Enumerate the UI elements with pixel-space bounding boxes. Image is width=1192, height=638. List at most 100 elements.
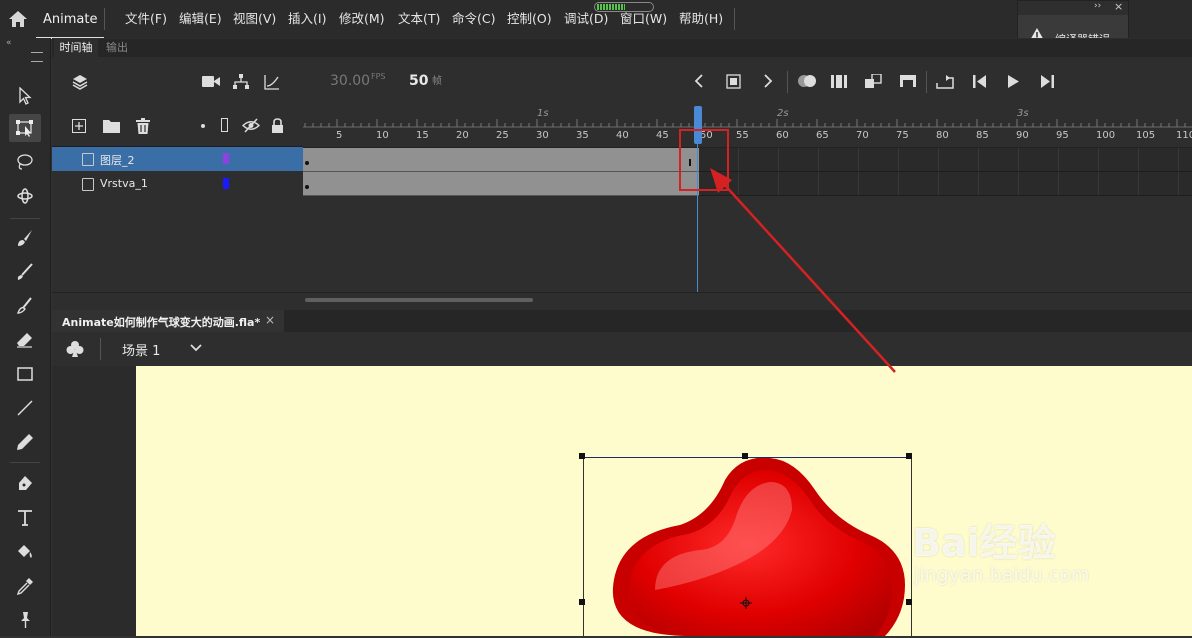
loop-icon[interactable] — [900, 75, 916, 88]
menu-divider — [104, 8, 105, 30]
chevron-left-icon[interactable] — [694, 74, 704, 88]
performance-meter — [594, 2, 654, 12]
outline-icon[interactable] — [221, 118, 228, 132]
frame-tick-label: 110 — [1176, 130, 1192, 141]
visibility-icon[interactable] — [242, 118, 260, 133]
expand-icon[interactable]: « — [6, 38, 12, 48]
keyframe-dot[interactable] — [305, 185, 309, 189]
paint-bucket-tool-icon[interactable] — [9, 538, 41, 566]
frame-span[interactable] — [303, 172, 699, 196]
frame-tick-label: 55 — [736, 130, 749, 141]
trash-icon[interactable] — [136, 118, 150, 134]
fps-value[interactable]: 30.00 — [330, 73, 370, 89]
menu-file[interactable]: 文件(F) — [125, 0, 167, 37]
selection-tool-icon[interactable] — [9, 82, 41, 110]
brush-tool-icon[interactable] — [9, 258, 41, 286]
panel-menu-icon[interactable] — [31, 52, 43, 62]
panel-tab-strip — [52, 39, 1192, 57]
menu-text[interactable]: 文本(T) — [398, 0, 440, 37]
timeline-scrollbar-track — [52, 292, 1192, 311]
current-frame-value[interactable]: 50 — [409, 73, 428, 89]
chevron-right-icon[interactable] — [763, 74, 773, 88]
eraser-tool-icon[interactable] — [9, 326, 41, 354]
lock-icon[interactable] — [271, 118, 284, 134]
sync-icon[interactable] — [936, 74, 954, 89]
layer-name[interactable]: Vrstva_1 — [100, 177, 148, 190]
pen-tool-icon[interactable] — [9, 470, 41, 498]
transform-handle[interactable] — [906, 599, 912, 605]
eyedropper-tool-icon[interactable] — [9, 572, 41, 600]
insert-keyframe-icon[interactable] — [726, 74, 742, 89]
menu-commands[interactable]: 命令(C) — [452, 0, 495, 37]
chevron-down-icon[interactable] — [190, 344, 202, 352]
frame-tick-label: 20 — [456, 130, 469, 141]
highlight-layers-icon[interactable] — [201, 124, 205, 128]
tools-panel: « — [0, 38, 51, 636]
menu-control[interactable]: 控制(O) — [507, 0, 552, 37]
second-marker: 2s — [777, 108, 789, 119]
text-tool-icon[interactable] — [9, 504, 41, 532]
layer-icon — [82, 178, 94, 191]
frame-ruler[interactable] — [303, 105, 1192, 148]
layer-row[interactable]: 图层_2 — [52, 147, 303, 171]
menu-view[interactable]: 视图(V) — [233, 0, 276, 37]
layer-color-swatch[interactable] — [223, 178, 229, 189]
3d-rotation-tool-icon[interactable] — [9, 182, 41, 210]
frame-tick-label: 25 — [496, 130, 509, 141]
transform-handle[interactable] — [906, 453, 912, 459]
menu-insert[interactable]: 插入(I) — [288, 0, 326, 37]
scene-divider — [100, 338, 101, 360]
scene-clubs-icon[interactable] — [66, 340, 84, 358]
scene-label[interactable]: 场景 1 — [122, 340, 160, 359]
layers-icon[interactable] — [72, 74, 88, 90]
toolbar-divider — [926, 71, 927, 93]
rectangle-tool-icon[interactable] — [9, 360, 41, 388]
keyframe-dot[interactable] — [305, 161, 309, 165]
onion-skin-icon[interactable] — [797, 74, 817, 88]
paint-brush-tool-icon[interactable] — [9, 224, 41, 252]
close-icon[interactable]: × — [1114, 0, 1123, 13]
tab-timeline[interactable]: 时间轴 — [54, 39, 98, 57]
pin-tool-icon[interactable] — [9, 606, 41, 634]
transform-handle[interactable] — [579, 453, 585, 459]
frame-unit: 帧 — [432, 76, 442, 87]
step-back-icon[interactable] — [973, 75, 987, 88]
home-icon[interactable] — [8, 10, 28, 28]
transform-handle[interactable] — [742, 453, 748, 459]
collapse-icon[interactable]: ›› — [1094, 1, 1101, 11]
annotation-arrow — [710, 168, 896, 373]
frame-span[interactable] — [303, 148, 699, 172]
create-tween-icon[interactable] — [865, 74, 882, 89]
fluid-brush-tool-icon[interactable] — [9, 292, 41, 320]
frame-tick-label: 75 — [896, 130, 909, 141]
layer-row[interactable]: Vrstva_1 — [52, 172, 303, 197]
new-layer-icon[interactable] — [72, 119, 86, 133]
transform-handle[interactable] — [579, 599, 585, 605]
menu-modify[interactable]: 修改(M) — [339, 0, 385, 37]
step-forward-icon[interactable] — [1040, 75, 1054, 88]
document-tab-title[interactable]: Animate如何制作气球变大的动画.fla* — [62, 314, 260, 330]
menu-help[interactable]: 帮助(H) — [679, 0, 723, 37]
camera-icon[interactable] — [202, 75, 220, 88]
frame-tick-label: 65 — [816, 130, 829, 141]
new-folder-icon[interactable] — [103, 119, 120, 133]
lasso-tool-icon[interactable] — [9, 148, 41, 176]
close-tab-icon[interactable]: × — [265, 313, 275, 327]
tab-output[interactable]: 输出 — [102, 39, 132, 57]
graph-icon[interactable] — [264, 74, 280, 90]
parenting-icon[interactable] — [233, 74, 249, 90]
pencil-tool-icon[interactable] — [9, 428, 41, 456]
transform-center-icon[interactable] — [740, 597, 752, 609]
line-tool-icon[interactable] — [9, 394, 41, 422]
free-transform-tool-icon[interactable] — [9, 114, 41, 142]
frame-tick-label: 100 — [1096, 130, 1116, 141]
play-icon[interactable] — [1007, 74, 1020, 89]
layer-name[interactable]: 图层_2 — [100, 152, 135, 168]
layer-color-swatch[interactable] — [223, 153, 229, 164]
edit-multiple-frames-icon[interactable] — [831, 74, 847, 89]
transform-bounding-box[interactable] — [583, 457, 912, 638]
document-tab[interactable]: Animate如何制作气球变大的动画.fla* × — [52, 310, 284, 332]
horizontal-scrollbar[interactable] — [305, 298, 533, 302]
frame-tick-label: 80 — [936, 130, 949, 141]
menu-edit[interactable]: 编辑(E) — [179, 0, 222, 37]
